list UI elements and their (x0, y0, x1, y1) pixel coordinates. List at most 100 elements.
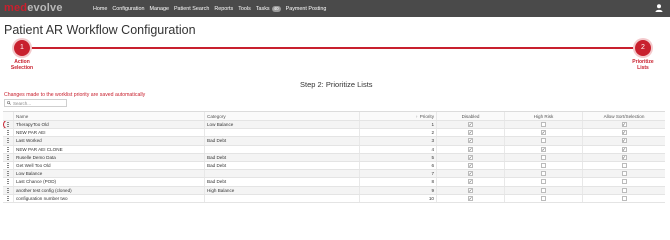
disabled-checkbox[interactable]: ✓ (468, 195, 473, 201)
table-row[interactable]: Last Chance (POD) Bad Debt 8 ✓ (3, 178, 665, 187)
row-category (205, 145, 360, 153)
allow-sort-checkbox[interactable] (621, 179, 627, 185)
logo-text-part2: evolve (27, 2, 63, 14)
drag-handle-icon[interactable] (7, 179, 9, 185)
nav-patient-search[interactable]: Patient Search (174, 6, 209, 12)
table-row[interactable]: configuration number two 10 ✓ (3, 194, 665, 203)
table-row[interactable]: Ruselle Demo Data Bad Debt 5 ✓ ✓ (3, 153, 665, 162)
row-category (205, 194, 360, 202)
row-name: another test config (cloned) (14, 186, 205, 194)
row-category: Low Balance (205, 121, 360, 129)
column-header-priority[interactable]: ↑ Priority (360, 112, 437, 120)
disabled-checkbox-cell: ✓ (437, 129, 505, 137)
high-risk-checkbox[interactable] (541, 171, 546, 177)
high-risk-checkbox[interactable]: ✓ (541, 146, 546, 152)
drag-handle-icon[interactable] (7, 187, 9, 193)
drag-handle-cell[interactable] (3, 137, 14, 145)
table-row[interactable]: another test config (cloned) High Balance… (3, 186, 665, 195)
allow-sort-checkbox[interactable]: ✓ (621, 154, 627, 160)
drag-handle-icon[interactable] (7, 195, 9, 201)
nav-reports[interactable]: Reports (214, 6, 233, 12)
row-category: Bad Debt (205, 153, 360, 161)
step-1-label-line2: Selection (10, 65, 34, 71)
drag-handle-cell[interactable] (3, 145, 14, 153)
top-nav-bar: medevolve Home Configuration Manage Pati… (0, 0, 670, 17)
drag-handle-icon[interactable] (7, 138, 9, 144)
drag-handle-icon[interactable] (7, 163, 9, 169)
disabled-checkbox[interactable]: ✓ (468, 187, 473, 193)
drag-handle-cell[interactable] (3, 178, 14, 186)
column-header-high-risk[interactable]: High Risk (505, 112, 583, 120)
drag-handle-cell[interactable] (3, 153, 14, 161)
allow-sort-checkbox-cell: ✓ (583, 146, 665, 153)
high-risk-checkbox[interactable] (541, 195, 546, 201)
step-2-circle[interactable]: 2 (635, 40, 651, 56)
column-header-category[interactable]: Category (205, 112, 360, 120)
drag-handle-icon[interactable] (7, 146, 9, 152)
table-row[interactable]: NEW PAR AEI 2 ✓ ✓ ✓ (3, 129, 665, 138)
disabled-checkbox[interactable]: ✓ (468, 130, 473, 136)
allow-sort-checkbox[interactable]: ✓ (621, 138, 627, 144)
nav-manage[interactable]: Manage (149, 6, 168, 12)
high-risk-checkbox[interactable] (541, 138, 546, 144)
allow-sort-checkbox[interactable]: ✓ (621, 122, 627, 128)
nav-configuration[interactable]: Configuration (112, 6, 144, 12)
allow-sort-checkbox[interactable]: ✓ (621, 146, 627, 152)
high-risk-checkbox[interactable]: ✓ (541, 130, 546, 136)
allow-sort-checkbox[interactable] (621, 171, 627, 177)
table-row[interactable]: NEW PAR AEI CLONE 4 ✓ ✓ ✓ (3, 145, 665, 154)
stepper-progress-line (22, 47, 644, 49)
disabled-checkbox[interactable]: ✓ (468, 138, 473, 144)
nav-tools[interactable]: Tools (238, 6, 251, 12)
drag-handle-cell[interactable] (3, 161, 14, 170)
drag-handle-cell[interactable] (3, 129, 14, 137)
user-icon[interactable] (654, 3, 664, 13)
step-heading: Step 2: Prioritize Lists (300, 80, 373, 89)
high-risk-checkbox-cell: ✓ (505, 145, 583, 153)
allow-sort-checkbox[interactable] (621, 195, 627, 201)
high-risk-checkbox-cell (505, 194, 583, 202)
high-risk-checkbox-cell (505, 161, 583, 170)
nav-payment-posting[interactable]: Payment Posting (286, 6, 327, 12)
table-row[interactable]: TherapyToo Old Low Balance 1 ✓ ✓ (3, 121, 665, 130)
row-priority: 7 (360, 170, 437, 178)
drag-handle-icon[interactable] (7, 154, 9, 160)
drag-handle-cell[interactable] (3, 121, 14, 129)
high-risk-checkbox[interactable] (541, 179, 546, 185)
column-header-disabled[interactable]: Disabled (437, 112, 505, 120)
allow-sort-checkbox[interactable] (621, 163, 627, 169)
nav-tasks[interactable]: Tasks 40 (256, 5, 281, 12)
row-category (205, 170, 360, 178)
drag-handle-icon[interactable] (7, 171, 9, 177)
disabled-checkbox[interactable]: ✓ (468, 122, 473, 128)
drag-handle-cell[interactable] (3, 194, 14, 202)
check-icon: ✓ (468, 154, 473, 160)
step-1-circle[interactable]: 1 (14, 40, 30, 56)
disabled-checkbox[interactable]: ✓ (468, 163, 473, 169)
high-risk-checkbox[interactable] (541, 122, 546, 128)
nav-home[interactable]: Home (93, 6, 107, 12)
check-icon: ✓ (468, 171, 473, 177)
table-row[interactable]: Get Well Too Old Bad Debt 6 ✓ (3, 161, 665, 171)
row-priority: 1 (360, 121, 437, 129)
disabled-checkbox[interactable]: ✓ (468, 171, 473, 177)
medevolve-logo[interactable]: medevolve (4, 1, 63, 16)
column-header-allow-sort[interactable]: Allow Sort/Selection (583, 112, 665, 120)
drag-handle-cell[interactable] (3, 170, 14, 178)
disabled-checkbox[interactable]: ✓ (468, 179, 473, 185)
drag-handle-cell[interactable] (3, 186, 14, 194)
high-risk-checkbox[interactable] (541, 187, 546, 193)
allow-sort-checkbox-cell (583, 178, 665, 185)
high-risk-checkbox[interactable] (541, 154, 546, 160)
drag-handle-icon[interactable] (7, 130, 9, 136)
column-header-name[interactable]: Name (14, 112, 205, 120)
table-row[interactable]: Low Balance 7 ✓ (3, 170, 665, 179)
allow-sort-checkbox[interactable] (621, 187, 627, 193)
disabled-checkbox[interactable]: ✓ (468, 154, 473, 160)
allow-sort-checkbox-cell (583, 195, 665, 202)
high-risk-checkbox[interactable] (541, 163, 546, 169)
allow-sort-checkbox[interactable]: ✓ (621, 130, 627, 136)
table-row[interactable]: Last Worked Bad Debt 3 ✓ ✓ (3, 137, 665, 146)
disabled-checkbox[interactable]: ✓ (468, 146, 473, 152)
search-input[interactable] (13, 100, 65, 106)
